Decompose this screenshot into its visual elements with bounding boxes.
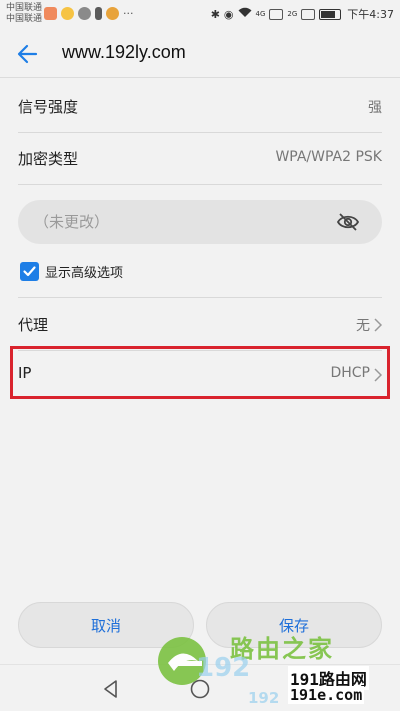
more-icon: ··· [123, 7, 134, 20]
password-input[interactable] [34, 200, 324, 244]
status-bar: 中国联通 中国联通 ··· ✱ ◉ 4G 2G 下午4:37 [0, 0, 400, 30]
carrier-2: 中国联通 [6, 14, 43, 24]
signal-1-icon [269, 8, 284, 20]
home-circle-icon [190, 679, 210, 699]
cancel-button[interactable]: 取消 [18, 602, 194, 648]
sim-icon [95, 7, 102, 20]
proxy-row[interactable]: 代理 无 [0, 298, 400, 350]
system-icons: ✱ ◉ 4G 2G 下午4:37 [211, 6, 394, 22]
network-type-2: 2G [287, 10, 298, 18]
proxy-label: 代理 [18, 316, 49, 334]
encryption-type-value: WPA/WPA2 PSK [275, 149, 382, 165]
battery-icon [319, 8, 342, 20]
advanced-options-label: 显示高级选项 [45, 265, 124, 281]
app-notification-icon [44, 7, 57, 20]
encryption-type-row: 加密类型 WPA/WPA2 PSK [0, 132, 400, 184]
back-button[interactable] [14, 40, 42, 68]
network-type-1: 4G [255, 10, 266, 18]
eye-off-icon [336, 213, 360, 231]
checkmark-icon [23, 265, 36, 276]
app-notification-icon [61, 7, 74, 20]
eye-comfort-icon: ◉ [223, 7, 234, 21]
back-triangle-icon [104, 680, 117, 698]
nav-home-button[interactable] [188, 677, 212, 701]
chevron-right-icon [374, 318, 383, 332]
advanced-options-checkbox[interactable]: 显示高级选项 [20, 259, 123, 283]
signal-strength-label: 信号强度 [18, 98, 79, 116]
highlight-annotation [10, 346, 390, 399]
signal-strength-value: 强 [368, 100, 382, 116]
status-time: 下午4:37 [347, 8, 394, 21]
toolbar: www.192ly.com [0, 30, 400, 78]
proxy-value: 无 [356, 318, 370, 334]
toggle-visibility-button[interactable] [336, 211, 360, 233]
save-button[interactable]: 保存 [206, 602, 382, 648]
checkbox[interactable] [20, 261, 39, 281]
signal-strength-row: 信号强度 强 [0, 80, 400, 132]
encryption-type-label: 加密类型 [18, 150, 79, 168]
page-title: www.192ly.com [62, 42, 186, 62]
notification-icons: ··· [44, 7, 134, 20]
weibo-icon [106, 7, 119, 20]
wifi-icon [238, 7, 252, 21]
bluetooth-icon: ✱ [210, 7, 220, 21]
wechat-icon [78, 7, 91, 20]
password-field [18, 200, 382, 244]
carrier-labels: 中国联通 中国联通 [6, 3, 42, 25]
carrier-1: 中国联通 [6, 3, 43, 13]
arrow-left-icon [17, 44, 38, 64]
nav-back-button[interactable] [99, 677, 123, 701]
signal-2-icon [301, 8, 316, 20]
divider [18, 184, 382, 185]
navigation-bar [0, 664, 400, 711]
